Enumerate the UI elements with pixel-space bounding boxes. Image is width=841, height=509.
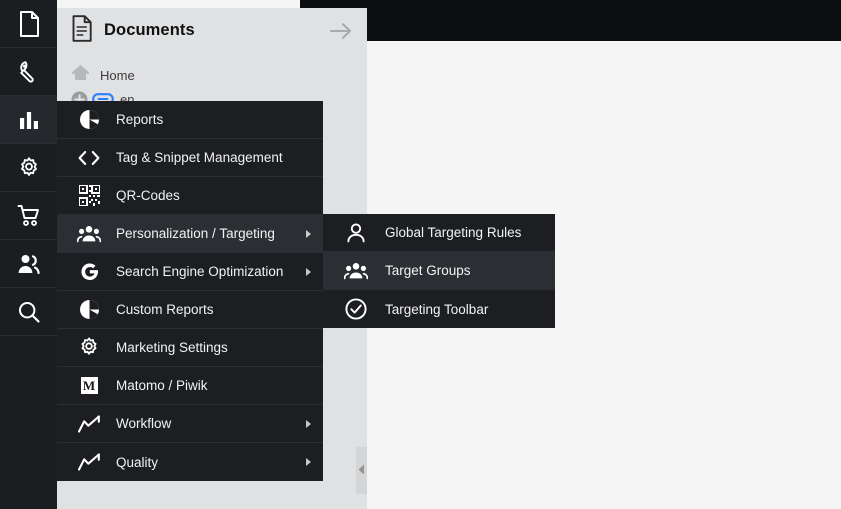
menu-item-reports[interactable]: Reports [57, 101, 323, 139]
submenu-item-label: Global Targeting Rules [385, 225, 522, 240]
menu-item-label: QR-Codes [116, 188, 180, 203]
context-menu: Reports Tag & Snippet Management QR-Code… [57, 101, 323, 481]
menu-item-label: Custom Reports [116, 302, 214, 317]
gear-icon [76, 337, 102, 359]
menu-item-quality[interactable]: Quality [57, 443, 323, 481]
rail-item-marketing[interactable] [0, 96, 57, 144]
matomo-letter: M [80, 377, 98, 394]
menu-item-matomo-piwik[interactable]: M Matomo / Piwik [57, 367, 323, 405]
users-icon [17, 253, 41, 275]
tree-item-home-label: Home [100, 67, 135, 83]
code-brackets-icon [76, 150, 102, 166]
wrench-icon [17, 60, 41, 84]
chevron-right-icon [306, 458, 311, 466]
menu-item-custom-reports[interactable]: Custom Reports [57, 291, 323, 329]
search-icon [17, 300, 41, 324]
chevron-right-icon [306, 267, 311, 276]
topbar [367, 0, 841, 41]
app-root: Documents Home en Reports Tag & Snippet … [0, 0, 841, 509]
rail-item-documents[interactable] [0, 0, 57, 48]
pie-chart-icon [76, 299, 102, 320]
page-title: Documents [104, 21, 195, 39]
document-lines-icon [71, 14, 93, 47]
menu-item-label: Reports [116, 112, 164, 127]
targeting-submenu: Global Targeting Rules Target Groups Tar… [323, 214, 555, 328]
menu-item-search-engine-optimization[interactable]: Search Engine Optimization [57, 253, 323, 291]
left-icon-rail [0, 0, 57, 509]
panel-header: Documents [57, 8, 367, 53]
rail-item-customers[interactable] [0, 240, 57, 288]
trend-line-icon [76, 453, 102, 471]
gear-icon [17, 156, 41, 180]
chevron-right-icon [306, 229, 311, 238]
menu-item-label: Matomo / Piwik [116, 378, 208, 393]
group-icon [343, 262, 369, 280]
menu-item-tag-snippet-management[interactable]: Tag & Snippet Management [57, 139, 323, 177]
document-icon [18, 10, 40, 37]
trend-line-icon [76, 414, 102, 433]
qr-code-icon [76, 185, 102, 206]
rail-item-search[interactable] [0, 288, 57, 336]
submenu-item-targeting-toolbar[interactable]: Targeting Toolbar [323, 290, 555, 328]
menu-item-label: Marketing Settings [116, 340, 228, 355]
menu-item-personalization-targeting[interactable]: Personalization / Targeting [57, 215, 323, 253]
rail-item-ecommerce[interactable] [0, 192, 57, 240]
menu-item-marketing-settings[interactable]: Marketing Settings [57, 329, 323, 367]
caret-left-icon [358, 462, 365, 480]
menu-item-label: Quality [116, 454, 159, 470]
cart-icon [17, 204, 41, 228]
tree-item-home[interactable]: Home [57, 63, 367, 87]
pie-chart-icon [76, 109, 102, 130]
panel-collapse-handle[interactable] [356, 447, 367, 494]
submenu-item-label: Targeting Toolbar [385, 301, 489, 317]
check-circle-icon [343, 298, 369, 320]
group-icon [76, 225, 102, 243]
submenu-item-label: Target Groups [385, 263, 471, 278]
arrow-right-icon[interactable] [329, 21, 353, 41]
menu-item-label: Tag & Snippet Management [116, 150, 283, 165]
google-g-icon [76, 261, 102, 282]
menu-item-qr-codes[interactable]: QR-Codes [57, 177, 323, 215]
person-icon [343, 222, 369, 243]
home-icon [71, 64, 90, 86]
chevron-right-icon [306, 419, 311, 428]
menu-item-label: Personalization / Targeting [116, 226, 275, 241]
menu-item-label: Workflow [116, 416, 172, 431]
matomo-m-icon: M [76, 377, 102, 394]
bar-chart-icon [18, 109, 40, 131]
submenu-item-target-groups[interactable]: Target Groups [323, 252, 555, 290]
rail-item-settings[interactable] [0, 144, 57, 192]
menu-item-workflow[interactable]: Workflow [57, 405, 323, 443]
submenu-item-global-targeting-rules[interactable]: Global Targeting Rules [323, 214, 555, 252]
rail-item-tools[interactable] [0, 48, 57, 96]
menu-item-label: Search Engine Optimization [116, 264, 284, 279]
